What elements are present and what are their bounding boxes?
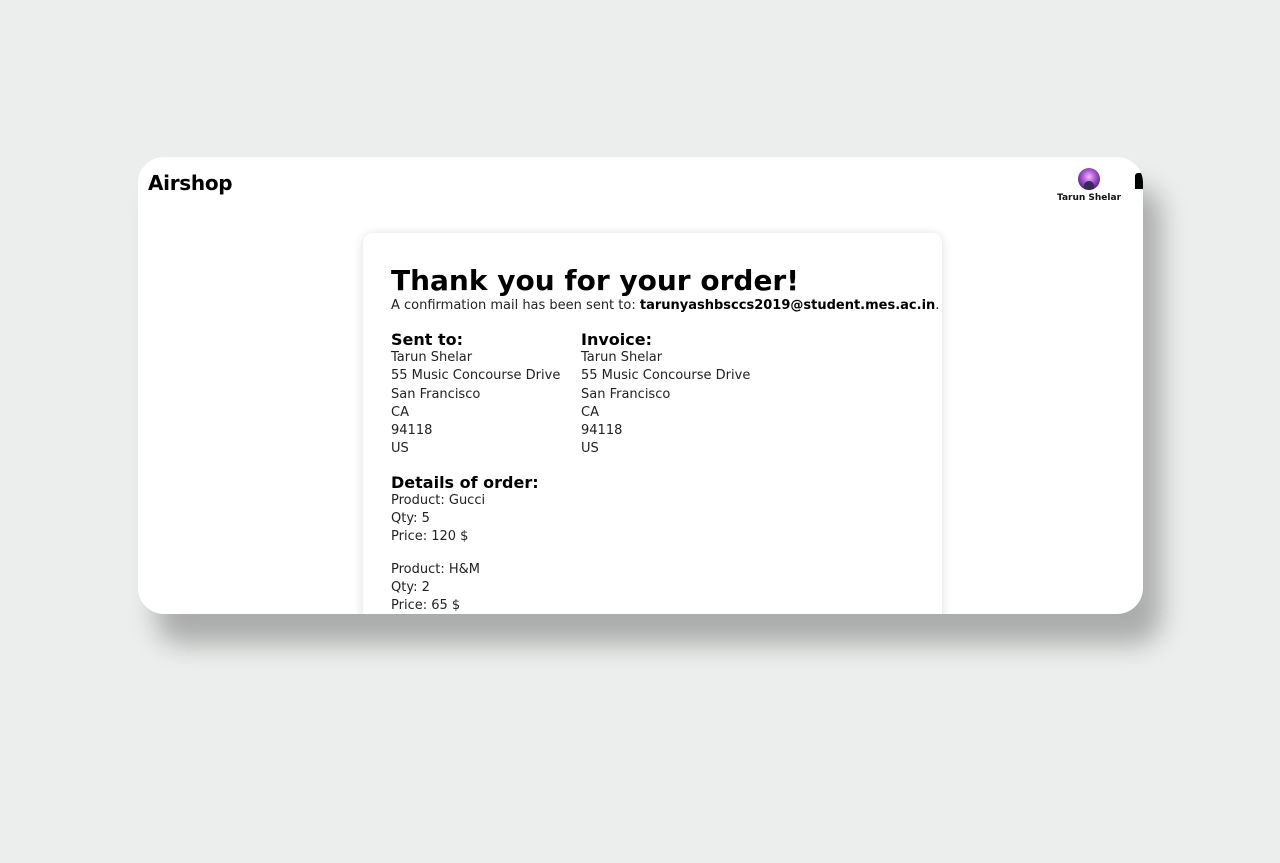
order-item: Product: H&M Qty: 2 Price: 65 $	[391, 561, 931, 614]
invoice-state: CA	[581, 404, 599, 420]
confirmation-suffix: .	[935, 298, 940, 313]
user-name: Tarun Shelar	[1056, 193, 1122, 203]
confirmation-email: tarunyashbsccs2019@student.mes.ac.in	[639, 298, 936, 313]
order-details-heading: Details of order:	[391, 472, 539, 492]
order-confirmation-card: Thank you for your order! A confirmation…	[363, 233, 942, 614]
invoice-section: Invoice: Tarun Shelar 55 Music Concourse…	[581, 331, 771, 459]
order-item-price: Price: 120 $	[391, 529, 469, 545]
order-item: Product: Gucci Qty: 5 Price: 120 $	[391, 492, 931, 547]
sent-to-section: Sent to: Tarun Shelar 55 Music Concourse…	[391, 331, 581, 459]
avatar[interactable]	[1078, 168, 1100, 190]
invoice-country: US	[581, 441, 599, 457]
order-details-section: Details of order: Product: Gucci Qty: 5 …	[391, 472, 931, 614]
invoice-heading: Invoice:	[581, 330, 652, 349]
order-item-product: Product: Gucci	[391, 492, 486, 508]
invoice-city: San Francisco	[581, 386, 671, 402]
sent-to-country: US	[391, 441, 409, 457]
order-item-product: Product: H&M	[391, 561, 481, 577]
brand-logo[interactable]: Airshop	[148, 171, 233, 195]
address-columns: Sent to: Tarun Shelar 55 Music Concourse…	[391, 331, 931, 459]
app-window: Airshop Tarun Shelar Thank you for your …	[138, 157, 1143, 614]
order-item-qty: Qty: 2	[391, 579, 430, 595]
sent-to-zip: 94118	[391, 423, 433, 439]
confirmation-message: A confirmation mail has been sent to: ta…	[391, 298, 939, 314]
user-profile[interactable]: Tarun Shelar	[1054, 168, 1124, 203]
invoice-name: Tarun Shelar	[581, 350, 663, 365]
sent-to-state: CA	[391, 404, 409, 420]
sent-to-name: Tarun Shelar	[391, 350, 473, 365]
order-item-qty: Qty: 5	[391, 511, 430, 527]
invoice-street: 55 Music Concourse Drive	[581, 368, 751, 384]
invoice-zip: 94118	[581, 423, 623, 439]
sent-to-heading: Sent to:	[391, 330, 464, 349]
page-title: Thank you for your order!	[391, 264, 800, 297]
menu-icon[interactable]	[1135, 173, 1143, 189]
order-item-price: Price: 65 $	[391, 598, 461, 614]
sent-to-street: 55 Music Concourse Drive	[391, 368, 561, 384]
confirmation-prefix: A confirmation mail has been sent to:	[391, 298, 640, 313]
sent-to-city: San Francisco	[391, 386, 481, 402]
